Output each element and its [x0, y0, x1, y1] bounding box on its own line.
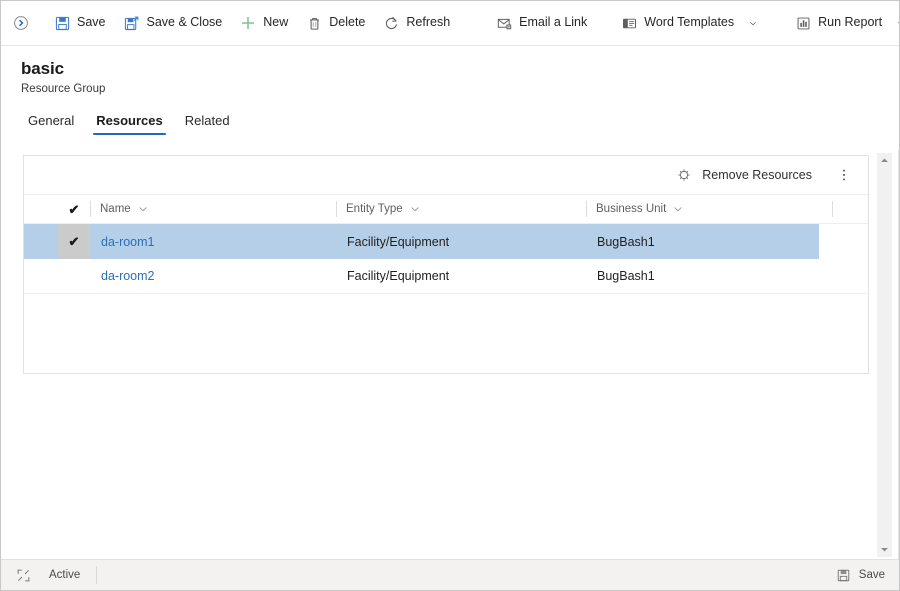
new-button[interactable]: New	[231, 4, 297, 42]
email-link-icon	[496, 15, 512, 31]
column-header-name[interactable]: Name	[90, 195, 336, 223]
checkmark-icon: ✔	[68, 201, 80, 217]
form-tab-strip: General Resources Related	[1, 113, 899, 143]
page-subtitle: Resource Group	[21, 83, 106, 95]
cell-name[interactable]: da-room1	[90, 224, 336, 259]
tab-general[interactable]: General	[18, 113, 84, 137]
floppy-disk-icon	[54, 15, 70, 31]
table-row[interactable]: ✔ da-room1 Facility/Equipment BugBash1	[24, 224, 819, 259]
plus-icon	[240, 15, 256, 31]
tab-related[interactable]: Related	[175, 113, 240, 137]
chevron-down-icon	[673, 204, 683, 214]
save-button[interactable]: Save	[45, 4, 115, 42]
record-link[interactable]: da-room2	[101, 269, 155, 283]
subgrid-header-row: ✔ Name Entity Type Business Unit	[24, 194, 868, 224]
tab-general-label: General	[28, 113, 75, 128]
word-templates-button-label: Word Templates	[644, 15, 735, 30]
email-a-link-button[interactable]: Email a Link	[487, 4, 596, 42]
tab-resources[interactable]: Resources	[86, 113, 172, 137]
column-header-business-unit-label: Business Unit	[596, 203, 667, 215]
chevron-down-icon	[138, 204, 148, 214]
tab-related-label: Related	[184, 113, 230, 128]
caret-down-icon[interactable]	[877, 542, 892, 557]
chevron-down-icon[interactable]	[893, 15, 899, 31]
select-all-checkbox[interactable]: ✔	[58, 203, 90, 216]
word-templates-button[interactable]: Word Templates	[612, 4, 770, 42]
page-title: basic	[21, 59, 64, 78]
cell-entity-type-value: Facility/Equipment	[347, 234, 450, 249]
cell-entity-type-value: Facility/Equipment	[347, 269, 450, 283]
chevron-down-icon	[410, 204, 420, 214]
save-close-icon	[124, 15, 140, 31]
trash-icon	[306, 15, 322, 31]
status-bar: Active Save	[1, 559, 899, 590]
command-bar: Save Save & Close New Delete Refresh Ema…	[1, 1, 899, 46]
vertical-scrollbar[interactable]	[877, 153, 892, 557]
column-header-name-label: Name	[100, 203, 131, 215]
cell-entity-type: Facility/Equipment	[336, 259, 586, 293]
resource-group-form-window: Save Save & Close New Delete Refresh Ema…	[0, 0, 900, 591]
record-link[interactable]: da-room1	[101, 235, 155, 249]
delete-button-label: Delete	[329, 15, 366, 30]
more-vertical-icon[interactable]	[830, 161, 858, 189]
expand-icon[interactable]	[15, 567, 31, 583]
column-header-entity-type-label: Entity Type	[346, 203, 403, 215]
refresh-button-label: Refresh	[406, 15, 451, 30]
cell-business-unit-value: BugBash1	[597, 269, 655, 283]
bar-chart-icon	[795, 15, 811, 31]
remove-resources-label: Remove Resources	[702, 168, 812, 182]
email-a-link-button-label: Email a Link	[519, 15, 588, 30]
word-document-icon	[621, 15, 637, 31]
refresh-icon	[383, 15, 399, 31]
cell-business-unit: BugBash1	[586, 224, 832, 259]
subgrid-command-bar: Remove Resources	[24, 156, 868, 194]
content-scroll-divider	[898, 150, 899, 560]
row-checkbox[interactable]: ✔	[58, 224, 90, 259]
column-header-entity-type[interactable]: Entity Type	[336, 195, 586, 223]
new-button-label: New	[263, 15, 289, 30]
resources-subgrid: Remove Resources ✔ Name Entity Type Busi…	[23, 155, 869, 374]
remove-link-icon	[676, 167, 692, 183]
run-report-button[interactable]: Run Report	[786, 4, 899, 42]
status-bar-left: Active	[1, 566, 98, 584]
floppy-disk-icon	[836, 567, 852, 583]
status-save-button[interactable]: Save	[836, 567, 885, 583]
refresh-button[interactable]: Refresh	[374, 4, 459, 42]
column-header-spacer	[832, 195, 852, 223]
caret-up-icon[interactable]	[877, 153, 892, 168]
cell-business-unit: BugBash1	[586, 259, 832, 293]
status-save-label: Save	[858, 569, 885, 581]
table-row[interactable]: da-room2 Facility/Equipment BugBash1	[24, 259, 868, 294]
delete-button[interactable]: Delete	[297, 4, 374, 42]
checkmark-icon: ✔	[68, 234, 80, 249]
chevron-down-icon[interactable]	[745, 15, 761, 31]
status-text: Active	[49, 566, 98, 584]
cell-business-unit-value: BugBash1	[597, 234, 655, 249]
back-navigation-button[interactable]	[7, 4, 35, 42]
save-button-label: Save	[77, 15, 106, 30]
chevron-right-circle-icon	[13, 15, 29, 31]
save-and-close-button-label: Save & Close	[146, 15, 223, 30]
tab-resources-label: Resources	[96, 113, 163, 128]
save-and-close-button[interactable]: Save & Close	[115, 4, 232, 42]
column-header-business-unit[interactable]: Business Unit	[586, 195, 832, 223]
cell-name[interactable]: da-room2	[90, 259, 336, 293]
remove-resources-button[interactable]: Remove Resources	[666, 160, 822, 190]
run-report-button-label: Run Report	[818, 15, 883, 30]
page-header: basic Resource Group	[1, 47, 899, 114]
cell-entity-type: Facility/Equipment	[336, 224, 586, 259]
